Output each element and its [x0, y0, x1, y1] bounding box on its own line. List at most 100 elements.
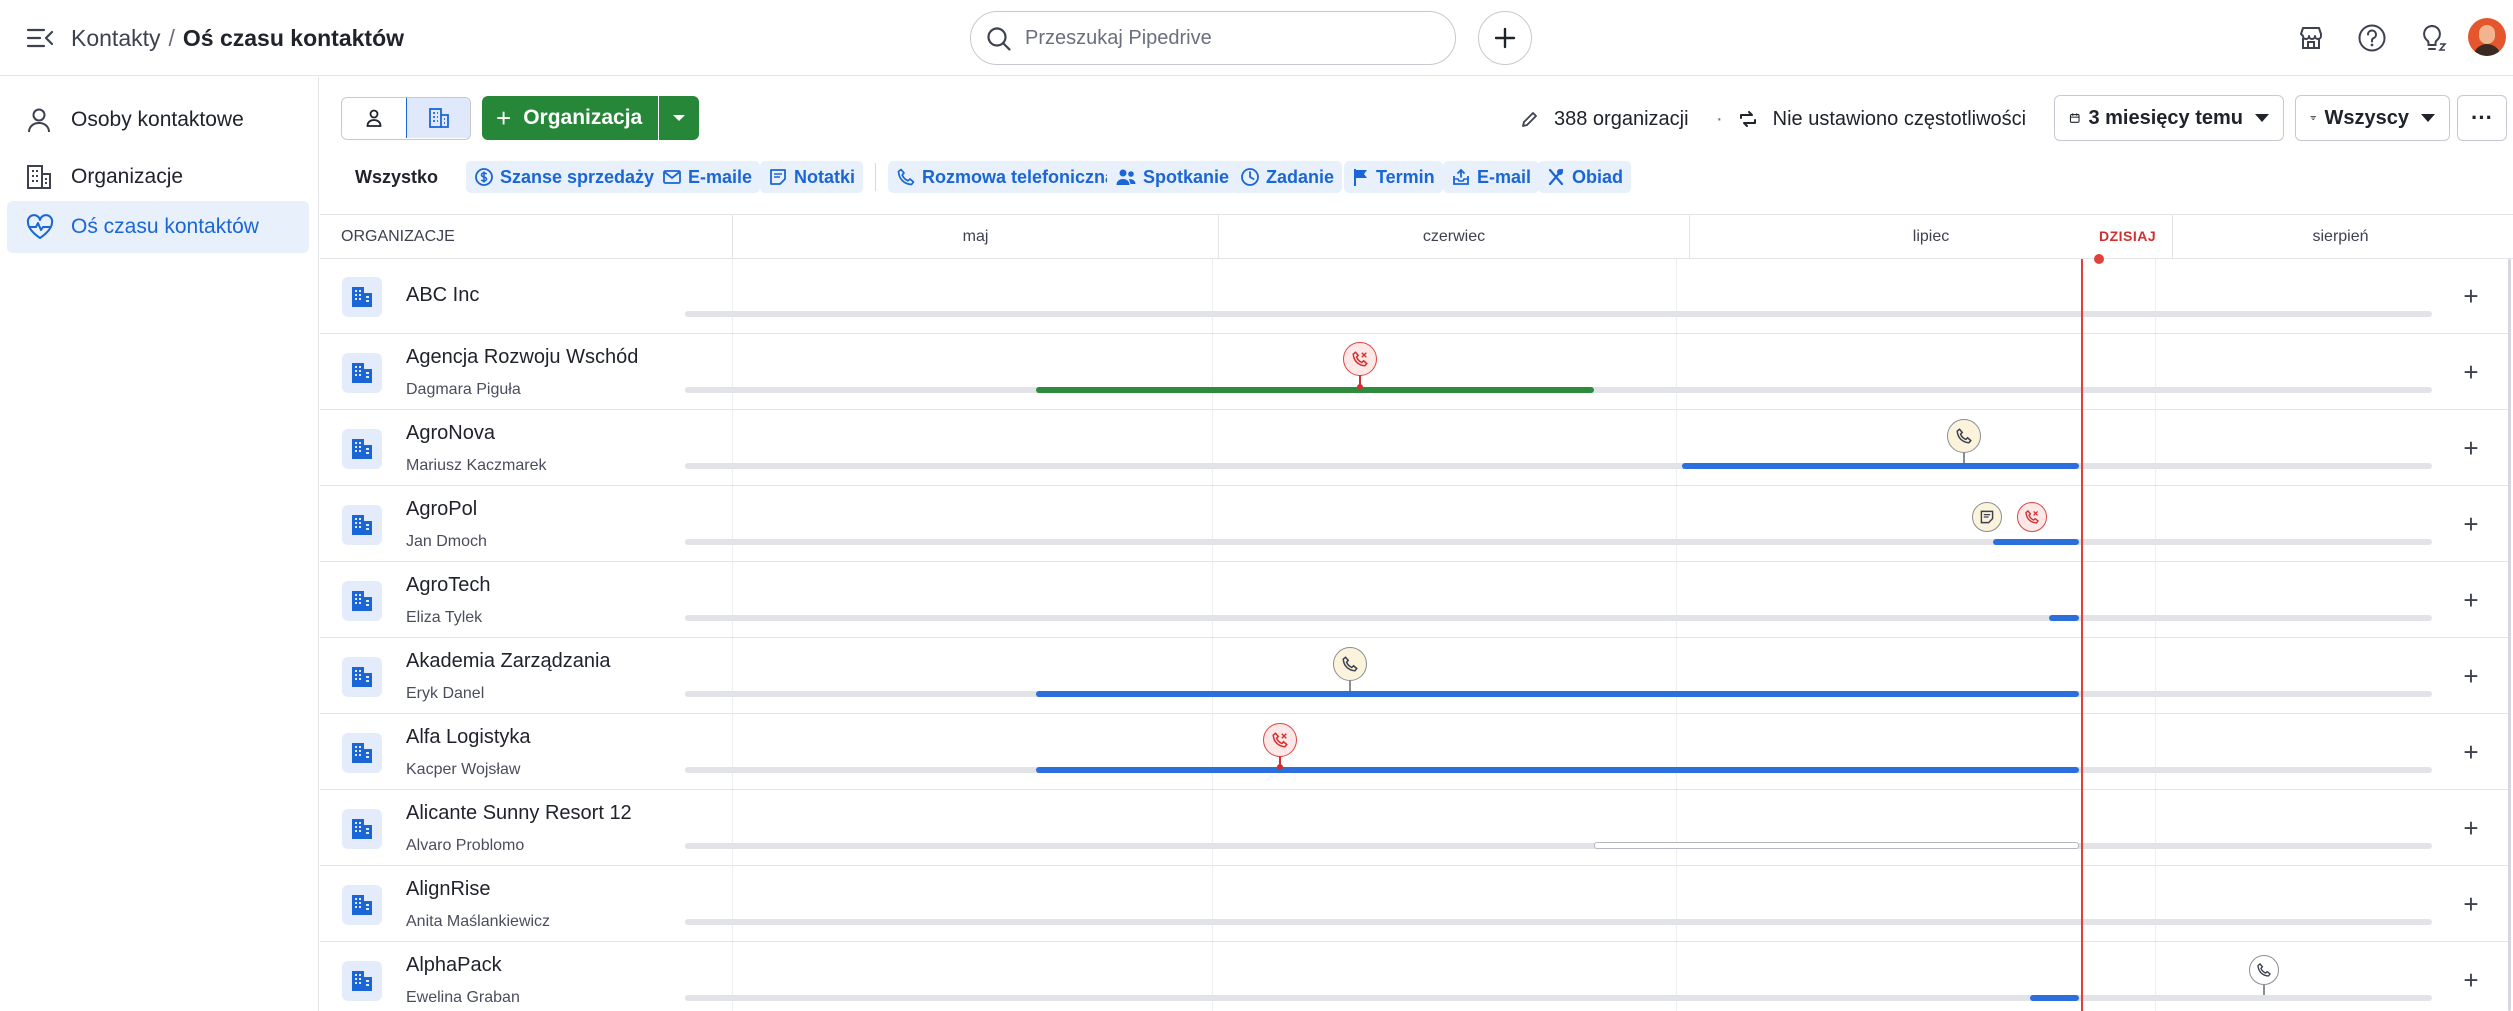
filter-call[interactable]: Rozmowa telefoniczna [888, 161, 1124, 193]
frequency-setting[interactable]: · Nie ustawiono częstotliwości [1716, 104, 2026, 134]
dollar-circle-icon [475, 168, 493, 186]
page-title: Oś czasu kontaktów [182, 25, 405, 51]
table-row[interactable]: ABC Inc + [320, 259, 2508, 334]
contact-person[interactable]: Dagmara Piguła [406, 381, 521, 399]
user-avatar[interactable] [2468, 18, 2506, 56]
table-row[interactable]: AlignRise Anita Maślankiewicz + [320, 867, 2508, 942]
add-organization-button[interactable]: + Organizacja [482, 96, 658, 140]
organization-name[interactable]: AgroNova [406, 422, 495, 445]
organization-name[interactable]: ABC Inc [406, 284, 479, 307]
search-box[interactable] [970, 11, 1456, 65]
person-icon [28, 108, 50, 133]
people-icon [1116, 169, 1136, 185]
outbox-icon [1453, 168, 1469, 185]
activity-bar[interactable] [2049, 615, 2079, 621]
filter-all[interactable]: Wszystko [347, 161, 447, 193]
period-dropdown[interactable]: 3 miesięcy temu [2054, 95, 2284, 141]
add-activity-button[interactable]: + [2454, 963, 2488, 997]
breadcrumb-separator: / [168, 25, 175, 51]
filter-icon [2310, 116, 2317, 120]
filter-notes[interactable]: Notatki [760, 161, 864, 193]
activity-bar[interactable] [1993, 539, 2079, 545]
building-icon [342, 733, 382, 773]
filter-deadline[interactable]: Termin [1344, 161, 1443, 193]
timeline-track [685, 767, 2432, 773]
add-activity-button[interactable]: + [2454, 887, 2488, 921]
envelope-icon [663, 170, 681, 184]
add-options-dropdown[interactable] [659, 96, 699, 140]
organization-name[interactable]: Alfa Logistyka [406, 726, 531, 749]
filter-email[interactable]: E-mail [1443, 161, 1540, 193]
vertical-scrollbar[interactable] [2508, 259, 2511, 1011]
deal-bar[interactable] [1036, 387, 1594, 393]
organization-name[interactable]: Alicante Sunny Resort 12 [406, 802, 632, 825]
sidebar-item-people[interactable]: Osoby kontaktowe [7, 94, 309, 146]
sidebar-item-contact-timeline[interactable]: Oś czasu kontaktów [7, 201, 309, 253]
table-row[interactable]: AgroNova Mariusz Kaczmarek + [320, 411, 2508, 486]
table-row[interactable]: Alicante Sunny Resort 12 Alvaro Problomo… [320, 791, 2508, 866]
table-row[interactable]: Agencja Rozwoju Wschód Dagmara Piguła + [320, 335, 2508, 410]
owner-filter-dropdown[interactable]: Wszyscy [2295, 95, 2450, 141]
table-row[interactable]: AgroTech Eliza Tylek + [320, 563, 2508, 638]
filter-task[interactable]: Zadanie [1232, 161, 1343, 193]
quick-add-button[interactable] [1478, 11, 1532, 65]
caret-down-icon [2255, 114, 2269, 122]
organization-count[interactable]: 388 organizacji [1520, 104, 1689, 134]
building-icon [342, 277, 382, 317]
view-organizations-button[interactable] [406, 98, 470, 138]
marketplace-icon[interactable] [2293, 20, 2329, 56]
add-activity-button[interactable]: + [2454, 355, 2488, 389]
contact-person[interactable]: Jan Dmoch [406, 533, 487, 551]
organization-name[interactable]: AlphaPack [406, 954, 502, 977]
filter-meeting[interactable]: Spotkanie [1107, 161, 1238, 193]
contact-person[interactable]: Eliza Tylek [406, 609, 482, 627]
add-activity-button[interactable]: + [2454, 279, 2488, 313]
filter-deals[interactable]: Szanse sprzedaży [466, 161, 663, 193]
add-activity-button[interactable]: + [2454, 583, 2488, 617]
contact-person[interactable]: Alvaro Problomo [406, 837, 524, 855]
help-icon[interactable] [2354, 20, 2390, 56]
add-activity-button[interactable]: + [2454, 811, 2488, 845]
filter-lunch[interactable]: Obiad [1538, 161, 1632, 193]
month-label-may: maj [962, 228, 989, 245]
add-activity-button[interactable]: + [2454, 659, 2488, 693]
collapse-menu-icon[interactable] [24, 22, 56, 54]
activity-bar[interactable] [1036, 691, 2079, 697]
activity-bar[interactable] [1036, 767, 2079, 773]
table-row[interactable]: AlphaPack Ewelina Graban + [320, 943, 2508, 1011]
contact-person[interactable]: Mariusz Kaczmarek [406, 457, 546, 475]
filter-emails[interactable]: E-maile [654, 161, 761, 193]
view-people-button[interactable] [342, 98, 406, 138]
organization-name[interactable]: Akademia Zarządzania [406, 650, 611, 673]
activity-bar[interactable] [2030, 995, 2079, 1001]
inactive-bar[interactable] [1594, 842, 2079, 849]
organization-name[interactable]: Agencja Rozwoju Wschód [406, 346, 638, 369]
organization-name[interactable]: AgroTech [406, 574, 491, 597]
lightbulb-icon[interactable] [2414, 20, 2450, 56]
sidebar-item-organizations[interactable]: Organizacje [7, 151, 309, 203]
search-icon [987, 27, 1011, 51]
calendar-icon [2069, 113, 2080, 123]
organization-name[interactable]: AgroPol [406, 498, 477, 521]
add-activity-button[interactable]: + [2454, 735, 2488, 769]
organization-name[interactable]: AlignRise [406, 878, 490, 901]
table-row[interactable]: AgroPol Jan Dmoch + [320, 487, 2508, 562]
contact-person[interactable]: Anita Maślankiewicz [406, 913, 550, 931]
add-activity-button[interactable]: + [2454, 507, 2488, 541]
breadcrumb-root[interactable]: Kontakty [71, 25, 161, 51]
search-input[interactable] [1025, 20, 1435, 56]
sidebar-item-label: Oś czasu kontaktów [71, 215, 259, 238]
contact-person[interactable]: Ewelina Graban [406, 989, 520, 1007]
add-activity-button[interactable]: + [2454, 431, 2488, 465]
add-organization-label: Organizacja [523, 106, 643, 129]
plus-icon: + [496, 102, 512, 133]
table-row[interactable]: Akademia Zarządzania Eryk Danel + [320, 639, 2508, 714]
activity-bar[interactable] [1682, 463, 2079, 469]
clock-icon [1241, 168, 1259, 186]
month-label-june: czerwiec [1422, 228, 1486, 245]
contact-person[interactable]: Eryk Danel [406, 685, 484, 703]
contact-person[interactable]: Kacper Wojsław [406, 761, 520, 779]
table-row[interactable]: Alfa Logistyka Kacper Wojsław + [320, 715, 2508, 790]
more-actions-button[interactable]: ··· [2457, 95, 2507, 141]
building-icon [428, 108, 449, 128]
